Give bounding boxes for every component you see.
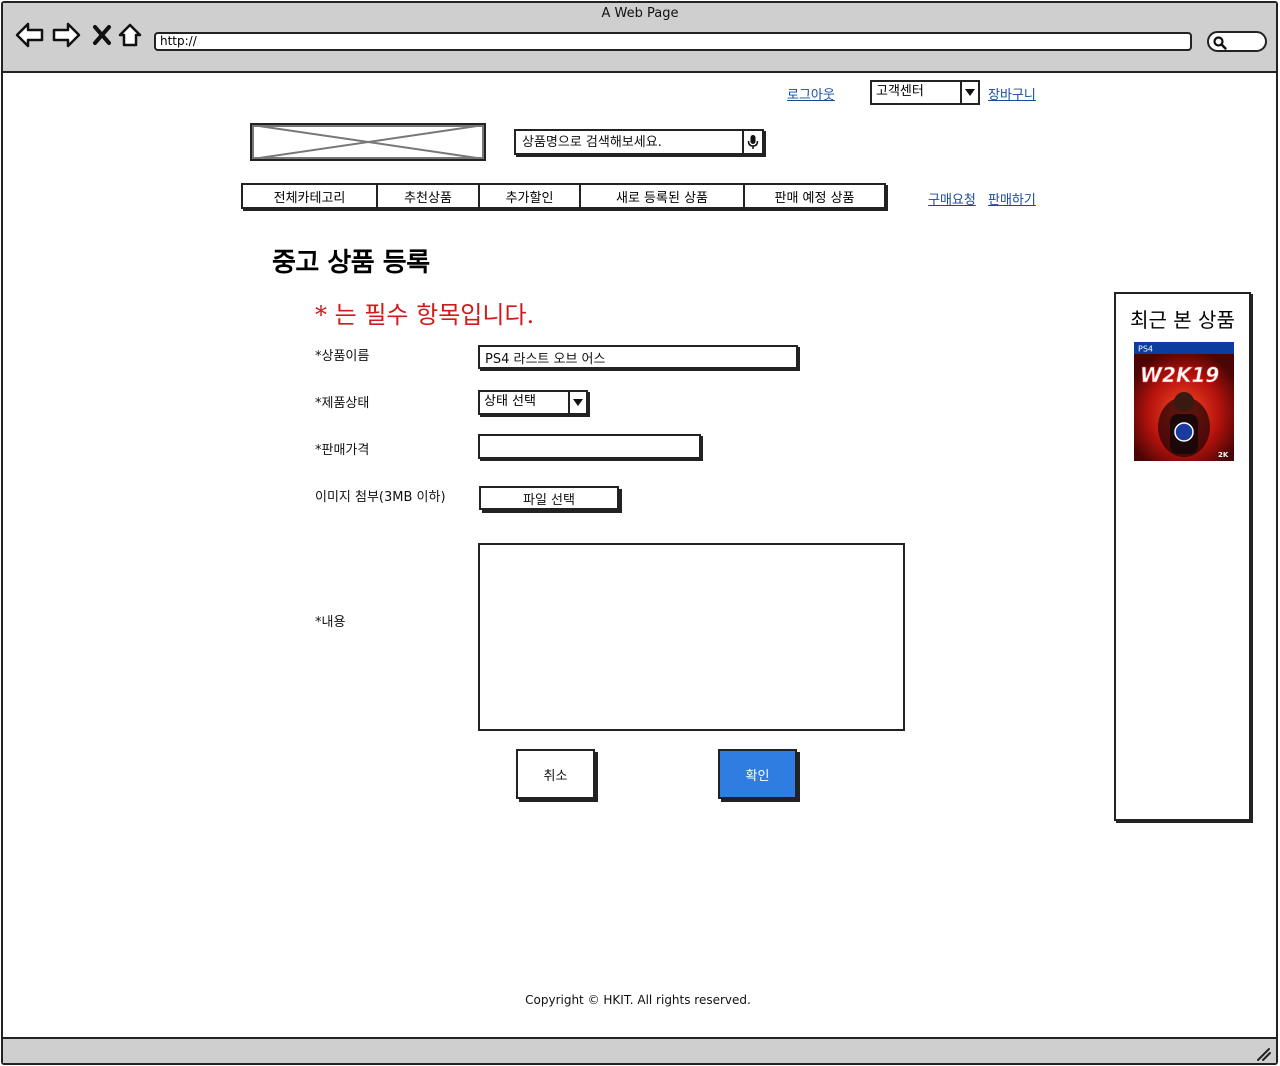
condition-select[interactable]: 상태 선택 xyxy=(478,390,588,415)
price-field[interactable] xyxy=(478,434,701,459)
customer-center-select[interactable]: 고객센터 xyxy=(870,80,980,105)
tab-upcoming-sales[interactable]: 판매 예정 상품 xyxy=(745,185,884,207)
image-attach-label: 이미지 첨부(3MB 이하) xyxy=(315,490,446,505)
browser-search-field[interactable] xyxy=(1207,31,1267,52)
stop-icon[interactable] xyxy=(92,22,112,48)
platform-label: PS4 xyxy=(1138,345,1153,354)
browser-window xyxy=(1,1,1278,1065)
microphone-icon[interactable] xyxy=(742,131,762,153)
condition-selected: 상태 선택 xyxy=(484,394,536,409)
search-input[interactable] xyxy=(516,131,742,153)
tab-new-products[interactable]: 새로 등록된 상품 xyxy=(581,185,745,207)
category-nav: 전체카테고리 추천상품 추가할인 새로 등록된 상품 판매 예정 상품 xyxy=(241,183,886,209)
publisher-badge: 2K xyxy=(1218,451,1229,459)
copyright-footer: Copyright © HKIT. All rights reserved. xyxy=(525,993,751,1007)
url-bar[interactable]: http:// xyxy=(154,32,1192,51)
cancel-button[interactable]: 취소 xyxy=(516,749,595,799)
resize-grip-icon[interactable] xyxy=(1256,1046,1272,1061)
logout-link[interactable]: 로그아웃 xyxy=(787,84,835,103)
content-textarea[interactable] xyxy=(478,543,905,731)
cart-link[interactable]: 장바구니 xyxy=(988,84,1036,103)
purchase-request-link[interactable]: 구매요청 xyxy=(928,189,976,208)
product-name-label: *상품이름 xyxy=(315,349,370,364)
customer-center-selected: 고객센터 xyxy=(876,84,924,99)
page-title: 중고 상품 등록 xyxy=(272,248,430,278)
file-select-button[interactable]: 파일 선택 xyxy=(479,486,619,510)
price-label: *판매가격 xyxy=(315,443,370,458)
search-icon xyxy=(1213,36,1227,50)
tab-all-categories[interactable]: 전체카테고리 xyxy=(243,185,378,207)
content-label: *내용 xyxy=(315,615,346,630)
chevron-down-icon xyxy=(960,82,978,103)
product-search xyxy=(514,129,764,155)
chevron-down-icon xyxy=(568,392,586,413)
image-placeholder-icon xyxy=(252,125,484,159)
confirm-button[interactable]: 확인 xyxy=(718,749,797,799)
back-icon[interactable] xyxy=(15,22,45,48)
required-note: * 는 필수 항목입니다. xyxy=(315,301,535,329)
game-title-label: W2K19 xyxy=(1140,363,1219,387)
recently-viewed-panel: 최근 본 상품 PS4 W2K19 2K xyxy=(1114,292,1251,821)
product-name-field[interactable] xyxy=(478,345,798,369)
forward-icon[interactable] xyxy=(51,22,81,48)
logo-placeholder[interactable] xyxy=(250,123,486,161)
recently-viewed-title: 최근 본 상품 xyxy=(1130,308,1235,332)
game-cover-image: PS4 W2K19 2K xyxy=(1134,342,1234,461)
browser-status-bar xyxy=(3,1037,1276,1063)
window-title: A Web Page xyxy=(601,6,679,21)
condition-label: *제품상태 xyxy=(315,396,370,411)
sell-link[interactable]: 판매하기 xyxy=(988,189,1036,208)
tab-recommended[interactable]: 추천상품 xyxy=(378,185,480,207)
tab-extra-discount[interactable]: 추가할인 xyxy=(480,185,581,207)
home-icon[interactable] xyxy=(117,22,143,48)
recent-product-thumbnail[interactable]: PS4 W2K19 2K xyxy=(1134,342,1234,461)
